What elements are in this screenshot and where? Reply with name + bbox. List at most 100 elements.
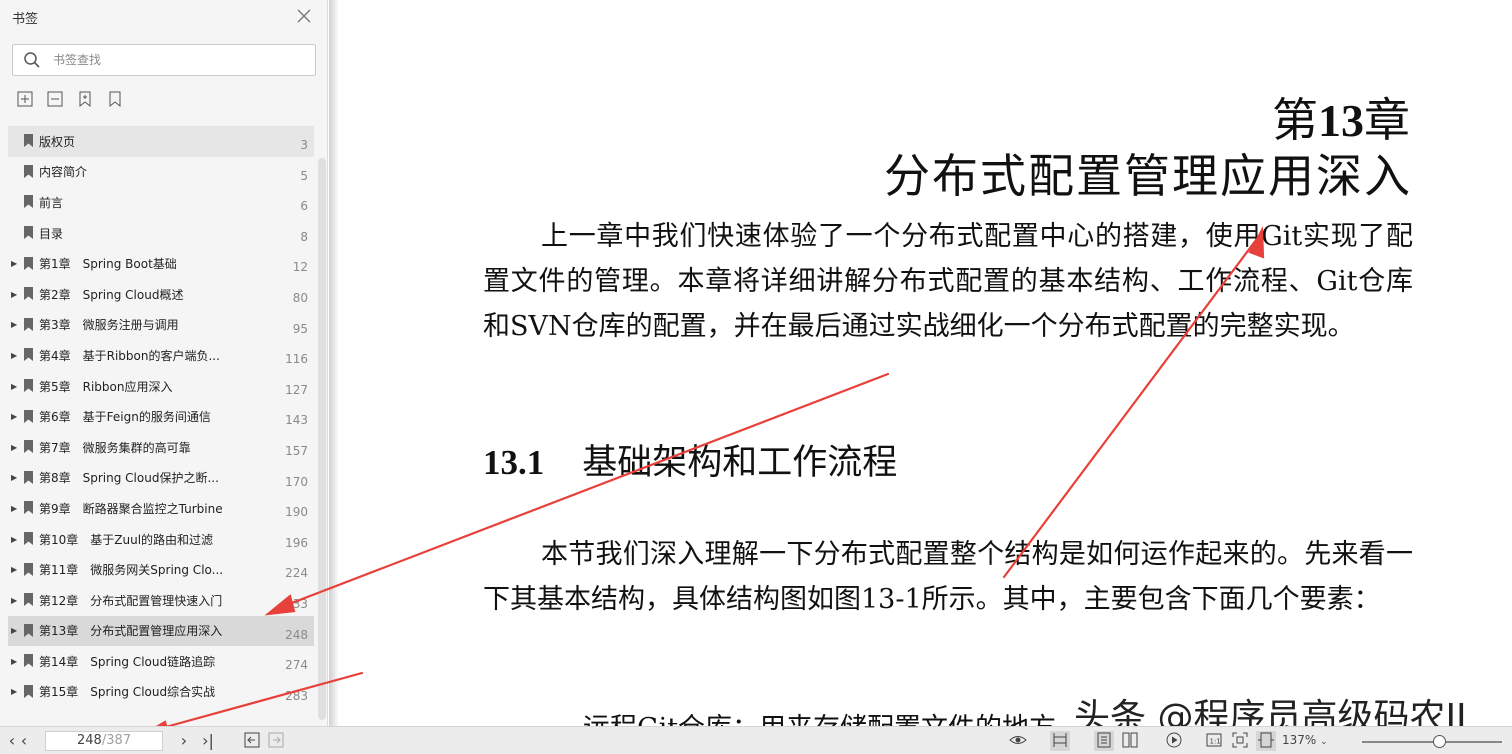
bookmark-page-number: 224 <box>285 566 308 581</box>
expand-arrow-icon[interactable]: ▶ <box>11 382 19 391</box>
close-panel-button[interactable] <box>294 6 314 26</box>
bookmark-flag-icon <box>24 134 33 148</box>
add-bookmark-button[interactable] <box>76 90 94 108</box>
bookmark-button[interactable] <box>106 90 124 108</box>
eye-icon <box>1009 736 1027 744</box>
expand-arrow-icon[interactable]: ▶ <box>11 473 19 482</box>
expand-arrow-icon[interactable]: ▶ <box>11 412 19 421</box>
bookmark-item[interactable]: ▶ 第15章 Spring Cloud综合实战 283 <box>8 677 314 708</box>
expand-arrow-icon[interactable]: ▶ <box>11 290 19 299</box>
expand-arrow-icon[interactable]: ▶ <box>11 657 19 666</box>
bookmark-page-number: 248 <box>285 627 308 642</box>
bookmark-item[interactable]: ▶ 第12章 分布式配置管理快速入门 233 <box>8 585 314 616</box>
expand-arrow-icon[interactable]: ▶ <box>11 565 19 574</box>
bookmark-page-number: 190 <box>285 505 308 520</box>
expand-all-button[interactable] <box>16 90 34 108</box>
bookmark-page-number: 143 <box>285 413 308 428</box>
bookmark-item[interactable]: ▶ 第6章 基于Feign的服务间通信 143 <box>8 401 314 432</box>
last-page-button[interactable]: ›| <box>198 731 218 751</box>
collapse-all-button[interactable] <box>46 90 64 108</box>
bookmark-label: 第7章 微服务集群的高可靠 <box>39 440 191 455</box>
bookmark-label: 第6章 基于Feign的服务间通信 <box>39 410 211 425</box>
expand-arrow-icon[interactable]: ▶ <box>11 504 19 513</box>
forward-button[interactable] <box>266 731 286 751</box>
play-button[interactable] <box>1164 731 1184 751</box>
two-page-view-button[interactable] <box>1120 731 1140 751</box>
actual-size-button[interactable]: 1:1 <box>1204 731 1224 751</box>
chapter-title: 分布式配置管理应用深入 <box>884 149 1412 203</box>
bookmark-item[interactable]: 版权页 3 <box>8 126 314 157</box>
bookmark-item[interactable]: ▶ 第4章 基于Ribbon的客户端负... 116 <box>8 340 314 371</box>
search-icon <box>24 52 40 68</box>
bookmark-flag-icon <box>24 164 33 178</box>
read-mode-button[interactable] <box>1008 731 1028 751</box>
bookmark-item[interactable]: ▶ 第7章 微服务集群的高可靠 157 <box>8 432 314 463</box>
fit-width-icon <box>1258 732 1274 748</box>
bookmark-item[interactable]: 目录 8 <box>8 218 314 249</box>
bookmark-label: 第1章 Spring Boot基础 <box>39 257 177 272</box>
bookmark-item[interactable]: ▶ 第11章 微服务网关Spring Clo... 224 <box>8 554 314 585</box>
bookmark-flag-icon <box>24 348 33 362</box>
single-page-icon <box>1053 733 1067 747</box>
expand-arrow-icon[interactable]: ▶ <box>11 687 19 696</box>
bookmark-item[interactable]: ▶ 第1章 Spring Boot基础 12 <box>8 248 314 279</box>
bookmark-label: 第2章 Spring Cloud概述 <box>39 287 184 302</box>
bookmark-item[interactable]: 前言 6 <box>8 187 314 218</box>
cut-off-text-line: 远程Git仓库：用来存储配置文件的地方 <box>583 706 1056 726</box>
back-button[interactable] <box>242 731 262 751</box>
bookmark-label: 内容简介 <box>39 165 88 180</box>
bookmark-search-input[interactable] <box>53 50 303 70</box>
last-page-icon: ›| <box>202 731 214 750</box>
watermark: 头条 @程序员高级码农II <box>1074 697 1467 726</box>
bookmark-item[interactable]: ▶ 第9章 断路器聚合监控之Turbine 190 <box>8 493 314 524</box>
bookmark-toolbar <box>16 90 124 110</box>
expand-arrow-icon[interactable]: ▶ <box>11 443 19 452</box>
bookmark-flag-icon <box>24 287 33 301</box>
intro-paragraph: 上一章中我们快速体验了一个分布式配置中心的搭建，使用Git实现了配置文件的管理。… <box>483 221 1413 342</box>
play-icon <box>1166 732 1182 748</box>
fit-page-button[interactable] <box>1230 731 1250 751</box>
fit-width-button[interactable] <box>1256 731 1276 751</box>
bookmark-flag-icon <box>24 470 33 484</box>
bookmark-flag-icon <box>24 409 33 423</box>
bookmark-page-number: 196 <box>285 535 308 550</box>
expand-arrow-icon[interactable]: ▶ <box>11 626 19 635</box>
expand-all-icon <box>17 91 33 107</box>
bookmark-item[interactable]: ▶ 第3章 微服务注册与调用 95 <box>8 310 314 341</box>
zoom-slider-track[interactable] <box>1362 741 1502 743</box>
bookmark-page-number: 80 <box>292 290 308 305</box>
bookmark-item[interactable]: ▶ 第5章 Ribbon应用深入 127 <box>8 371 314 402</box>
bookmark-page-number: 283 <box>285 688 308 703</box>
prev-page-button[interactable]: ‹ <box>14 731 34 751</box>
bookmark-item[interactable]: ▶ 第2章 Spring Cloud概述 80 <box>8 279 314 310</box>
next-page-button[interactable]: › <box>174 731 194 751</box>
single-page-view-button[interactable] <box>1050 731 1070 751</box>
bookmark-page-number: 12 <box>292 260 308 275</box>
bookmark-item[interactable]: ▶ 第14章 Spring Cloud链路追踪 274 <box>8 646 314 677</box>
bookmark-page-number: 170 <box>285 474 308 489</box>
bookmark-item[interactable]: ▶ 第8章 Spring Cloud保护之断... 170 <box>8 463 314 494</box>
bookmark-item[interactable]: 内容简介 5 <box>8 157 314 188</box>
section-paragraph: 本节我们深入理解一下分布式配置整个结构是如何运作起来的。先来看一下其基本结构，具… <box>483 539 1413 615</box>
expand-arrow-icon[interactable]: ▶ <box>11 535 19 544</box>
bookmark-item[interactable]: ▶ 第10章 基于Zuul的路由和过滤 196 <box>8 524 314 555</box>
chevron-down-icon: ⌄ <box>1320 737 1328 747</box>
document-page: 第13章 分布式配置管理应用深入 上一章中我们快速体验了一个分布式配置中心的搭建… <box>329 0 1512 726</box>
page-number-input[interactable]: 248/387 <box>45 731 163 751</box>
bookmark-scrollbar[interactable] <box>318 158 326 720</box>
bookmark-search-box[interactable] <box>12 44 316 76</box>
add-bookmark-icon <box>79 91 91 108</box>
zoom-slider-knob[interactable] <box>1433 735 1446 748</box>
fit-page-icon <box>1232 732 1248 748</box>
bookmark-item[interactable]: ▶ 第13章 分布式配置管理应用深入 248 <box>8 615 314 647</box>
expand-arrow-icon[interactable]: ▶ <box>11 351 19 360</box>
expand-arrow-icon[interactable]: ▶ <box>11 259 19 268</box>
continuous-view-button[interactable] <box>1094 731 1114 751</box>
document-icon <box>1097 732 1111 748</box>
bookmark-label: 第9章 断路器聚合监控之Turbine <box>39 501 223 516</box>
zoom-level[interactable]: 137% ⌄ <box>1282 733 1328 747</box>
expand-arrow-icon[interactable]: ▶ <box>11 320 19 329</box>
bookmark-list: 版权页 3 内容简介 5 前言 6 目录 8 ▶ 第1章 Spring Boot基础 12 ▶ 第2章 … <box>8 126 314 716</box>
bookmark-icon <box>109 91 121 108</box>
expand-arrow-icon[interactable]: ▶ <box>11 596 19 605</box>
